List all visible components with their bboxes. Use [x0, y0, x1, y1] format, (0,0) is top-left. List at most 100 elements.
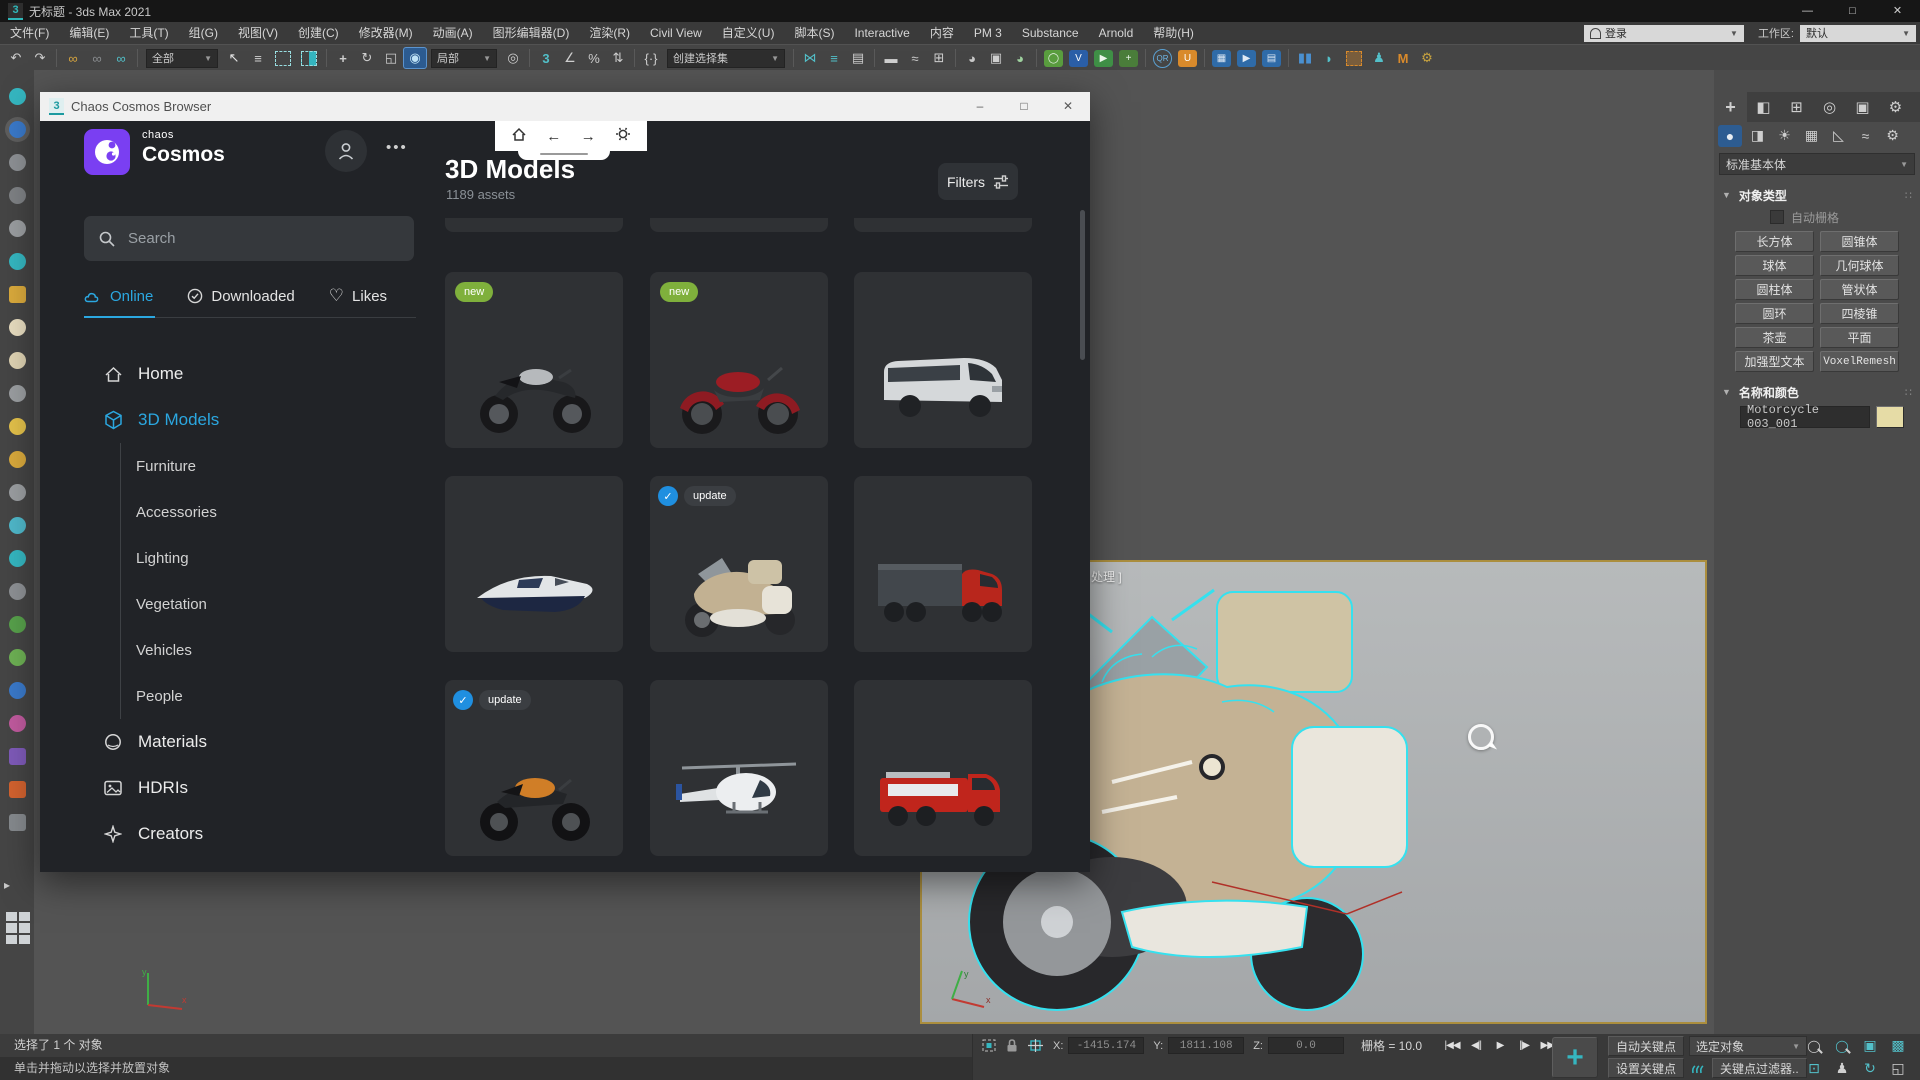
home-icon[interactable]	[511, 127, 527, 146]
sign-in-dropdown[interactable]: 登录 ▼	[1584, 25, 1744, 42]
schematic-view-icon[interactable]: ⊞	[927, 47, 951, 69]
object-type-rollout[interactable]: ▼ 对象类型 ∷	[1714, 183, 1920, 207]
key-filter-scope-dropdown[interactable]: 选定对象 ▼	[1689, 1036, 1807, 1056]
motion-tab[interactable]: ◎	[1813, 92, 1846, 122]
select-link-icon[interactable]: ∞	[61, 47, 85, 69]
back-icon[interactable]: ←	[546, 128, 561, 145]
sidebar-item-people[interactable]: People	[40, 673, 416, 719]
character-icon[interactable]: ♟	[1367, 47, 1391, 69]
left-tool-icon[interactable]	[9, 154, 26, 171]
go-to-start-icon[interactable]: |◀◀	[1441, 1035, 1463, 1057]
left-tool-icon[interactable]	[9, 187, 26, 204]
teapot-button[interactable]: 茶壶	[1735, 327, 1814, 348]
layer-manager-icon[interactable]: ▤	[846, 47, 870, 69]
rect-selection-region-icon[interactable]	[275, 51, 291, 66]
spinner-snap-icon[interactable]: ⇅	[606, 47, 630, 69]
cylinder-button[interactable]: 圆柱体	[1735, 279, 1814, 300]
left-tool-icon[interactable]	[9, 319, 26, 336]
transform-gizmo-icon[interactable]	[1026, 1038, 1044, 1054]
left-tool-icon[interactable]	[9, 814, 26, 831]
percent-snap-icon[interactable]: %	[582, 47, 606, 69]
menu-rendering[interactable]: 渲染(R)	[579, 22, 640, 44]
tab-online[interactable]: Online	[84, 281, 153, 311]
menu-arnold[interactable]: Arnold	[1089, 22, 1144, 44]
close-button[interactable]: ✕	[1875, 0, 1920, 22]
y-coordinate-field[interactable]: 1811.108	[1168, 1037, 1244, 1054]
maximize-viewport-icon[interactable]: ◱	[1884, 1058, 1912, 1079]
search-input[interactable]	[126, 229, 370, 248]
ref-coordinate-dropdown[interactable]: 局部▼	[431, 49, 497, 68]
left-tool-icon[interactable]	[9, 583, 26, 600]
workspace-dropdown[interactable]: 默认 ▼	[1800, 25, 1916, 42]
menu-animation[interactable]: 动画(A)	[423, 22, 483, 44]
menu-views[interactable]: 视图(V)	[228, 22, 288, 44]
motion-mixer-icon[interactable]: ▮▮	[1293, 47, 1317, 69]
left-tool-icon[interactable]	[9, 220, 26, 237]
align-icon[interactable]: ≡	[822, 47, 846, 69]
menu-scripting[interactable]: 脚本(S)	[784, 22, 844, 44]
left-tool-icon[interactable]	[9, 550, 26, 567]
asset-card-touring-motorcycle[interactable]: ✓ update	[650, 476, 828, 652]
sidebar-item-vegetation[interactable]: Vegetation	[40, 581, 416, 627]
undo-icon[interactable]: ↶	[4, 47, 28, 69]
sidebar-item-vehicles[interactable]: Vehicles	[40, 627, 416, 673]
sidebar-item-hdris[interactable]: HDRIs	[40, 765, 416, 811]
vray-doc-icon[interactable]: V	[1069, 50, 1088, 67]
left-tool-icon[interactable]	[9, 781, 26, 798]
voxelremesh-button[interactable]: VoxelRemesh	[1820, 351, 1899, 372]
key-filters-button[interactable]: 关键点过滤器..	[1712, 1058, 1807, 1078]
more-options-icon[interactable]: •••	[386, 139, 408, 156]
left-tool-icon[interactable]	[9, 616, 26, 633]
menu-graph-editors[interactable]: 图形编辑器(D)	[483, 22, 580, 44]
select-rotate-icon[interactable]: ↻	[355, 47, 379, 69]
asset-card-jet-boat[interactable]	[445, 476, 623, 652]
asset-card-partial[interactable]	[650, 218, 828, 232]
next-frame-icon[interactable]: ||▶	[1513, 1035, 1535, 1057]
prev-frame-icon[interactable]: ◀||	[1465, 1035, 1487, 1057]
name-color-rollout[interactable]: ▼ 名称和颜色 ∷	[1714, 380, 1920, 404]
left-tool-icon[interactable]	[9, 748, 26, 765]
render-network-icon[interactable]: ▤	[1262, 50, 1281, 67]
sidebar-item-accessories[interactable]: Accessories	[40, 489, 416, 535]
object-color-swatch[interactable]	[1876, 406, 1904, 428]
menu-customize[interactable]: 自定义(U)	[712, 22, 785, 44]
sidebar-item-furniture[interactable]: Furniture	[40, 443, 416, 489]
left-tool-icon[interactable]	[9, 418, 26, 435]
tab-downloaded[interactable]: Downloaded	[187, 281, 294, 311]
settings-gear-icon[interactable]	[615, 126, 631, 146]
left-tool-icon[interactable]	[9, 286, 26, 303]
render-production-icon[interactable]: ◕	[1008, 47, 1032, 69]
sidebar-item-lighting[interactable]: Lighting	[40, 535, 416, 581]
textplus-button[interactable]: 加强型文本	[1735, 351, 1814, 372]
pyramid-button[interactable]: 四棱锥	[1820, 303, 1899, 324]
select-move-icon[interactable]: +	[331, 47, 355, 69]
maximize-button[interactable]: □	[1830, 0, 1875, 22]
chaos-cosmos-icon[interactable]: ◯	[1044, 50, 1063, 67]
close-button[interactable]: ✕	[1046, 92, 1090, 121]
asset-card-partial[interactable]	[854, 218, 1032, 232]
auto-key-button[interactable]: 自动关键点	[1608, 1036, 1684, 1056]
snap-toggle-3d-icon[interactable]: 3	[534, 47, 558, 69]
left-tool-icon[interactable]	[9, 649, 26, 666]
add-time-tag-button[interactable]: +	[1552, 1037, 1598, 1078]
placement-region-icon[interactable]	[1346, 51, 1362, 66]
menu-file[interactable]: 文件(F)	[0, 22, 59, 44]
zoom-extents-all-icon[interactable]: ▩	[1884, 1035, 1912, 1056]
zoom-extents-icon[interactable]: ▣	[1856, 1035, 1884, 1056]
tab-likes[interactable]: ♡ Likes	[329, 281, 387, 311]
menu-create[interactable]: 创建(C)	[288, 22, 349, 44]
rendered-frame-icon[interactable]: ▣	[984, 47, 1008, 69]
torus-button[interactable]: 圆环	[1735, 303, 1814, 324]
select-by-name-icon[interactable]: ≡	[246, 47, 270, 69]
asset-card-partial[interactable]	[445, 218, 623, 232]
edit-named-selection-icon[interactable]: {·}	[639, 47, 663, 69]
create-tab[interactable]: +	[1714, 92, 1747, 122]
qr-code-icon[interactable]: QR	[1153, 49, 1172, 68]
angle-snap-icon[interactable]: ∠	[558, 47, 582, 69]
filters-button[interactable]: Filters	[938, 163, 1018, 200]
population-icon[interactable]: ◗	[1317, 47, 1341, 69]
key-icon[interactable]	[1689, 1060, 1707, 1076]
utilities-tab[interactable]: ⚙	[1879, 92, 1912, 122]
menu-tools[interactable]: 工具(T)	[119, 22, 178, 44]
vray-ipr-icon[interactable]: ▶	[1094, 50, 1113, 67]
